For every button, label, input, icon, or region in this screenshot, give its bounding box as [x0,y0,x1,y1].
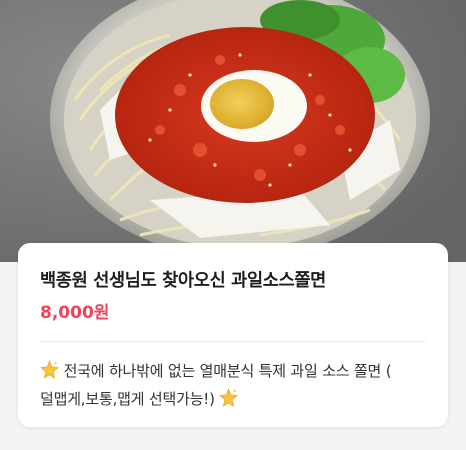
menu-item-title: 백종원 선생님도 찾아오신 과일소스쫄면 [40,271,326,291]
description-line-2: 덜맵게,보통,맵게 선택가능!) [40,390,215,408]
noodle-bowl-image [0,0,466,262]
sparkle-star-icon [219,388,239,407]
menu-item-card[interactable]: 백종원 선생님도 찾아오신 과일소스쫄면 8,000원 전국에 하나밖에 없는 … [18,243,448,427]
menu-item-photo[interactable] [0,0,466,262]
menu-item-description: 전국에 하나밖에 없는 열매분식 특제 과일 소스 쫄면 ( 덜맵게,보통,맵게… [40,357,438,413]
divider [40,341,426,342]
menu-item-price: 8,000원 [40,303,110,323]
sparkle-star-icon [40,360,59,379]
description-line-1: 전국에 하나밖에 없는 열매분식 특제 과일 소스 쫄면 ( [63,362,392,380]
